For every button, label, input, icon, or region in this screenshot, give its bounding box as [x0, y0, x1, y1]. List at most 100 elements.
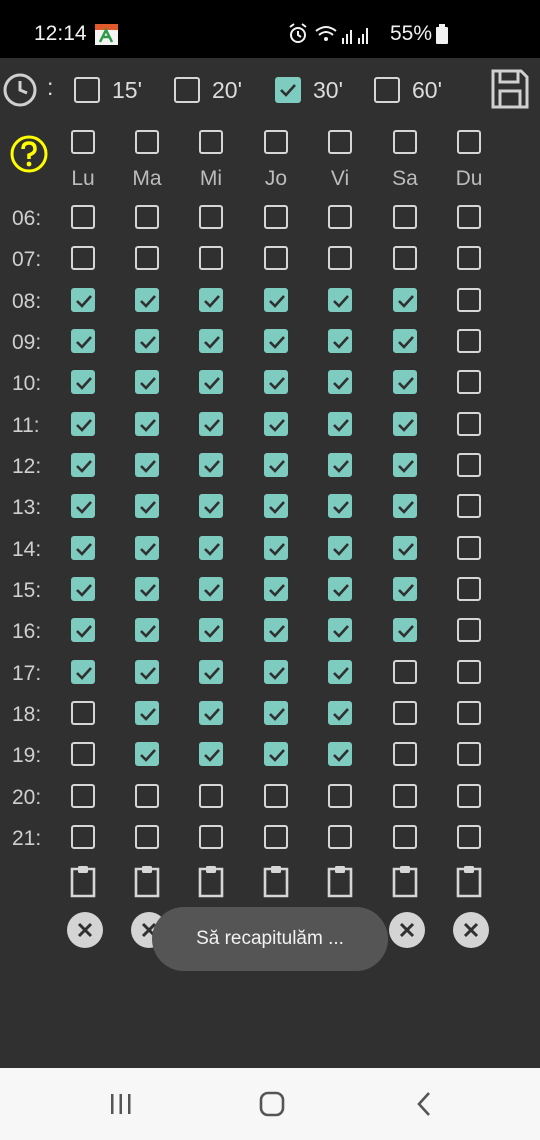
back-icon[interactable] [412, 1090, 436, 1118]
slot-checkbox[interactable] [393, 246, 417, 270]
slot-checkbox[interactable] [457, 577, 481, 601]
slot-checkbox[interactable] [71, 660, 95, 684]
slot-checkbox[interactable] [199, 577, 223, 601]
slot-checkbox[interactable] [199, 205, 223, 229]
slot-checkbox[interactable] [71, 329, 95, 353]
slot-checkbox[interactable] [328, 494, 352, 518]
slot-checkbox[interactable] [457, 453, 481, 477]
clear-day-button[interactable] [389, 912, 425, 948]
slot-checkbox[interactable] [264, 825, 288, 849]
day-checkbox-sa[interactable] [393, 130, 417, 154]
slot-checkbox[interactable] [135, 205, 159, 229]
slot-checkbox[interactable] [393, 288, 417, 312]
slot-checkbox[interactable] [457, 370, 481, 394]
slot-checkbox[interactable] [135, 618, 159, 642]
slot-checkbox[interactable] [264, 742, 288, 766]
slot-checkbox[interactable] [71, 246, 95, 270]
slot-checkbox[interactable] [264, 453, 288, 477]
slot-checkbox[interactable] [328, 412, 352, 436]
slot-checkbox[interactable] [71, 412, 95, 436]
clipboard-icon[interactable] [197, 864, 225, 898]
slot-checkbox[interactable] [199, 825, 223, 849]
slot-checkbox[interactable] [71, 494, 95, 518]
slot-checkbox[interactable] [199, 246, 223, 270]
slot-checkbox[interactable] [457, 784, 481, 808]
slot-checkbox[interactable] [135, 246, 159, 270]
slot-checkbox[interactable] [135, 494, 159, 518]
slot-checkbox[interactable] [71, 618, 95, 642]
slot-checkbox[interactable] [393, 536, 417, 560]
clipboard-icon[interactable] [262, 864, 290, 898]
slot-checkbox[interactable] [328, 660, 352, 684]
slot-checkbox[interactable] [457, 288, 481, 312]
slot-checkbox[interactable] [457, 246, 481, 270]
slot-checkbox[interactable] [71, 536, 95, 560]
slot-checkbox[interactable] [264, 329, 288, 353]
day-checkbox-ma[interactable] [135, 130, 159, 154]
slot-checkbox[interactable] [199, 494, 223, 518]
slot-checkbox[interactable] [135, 701, 159, 725]
slot-checkbox[interactable] [199, 701, 223, 725]
slot-checkbox[interactable] [264, 536, 288, 560]
clipboard-icon[interactable] [69, 864, 97, 898]
clear-day-button[interactable] [67, 912, 103, 948]
slot-checkbox[interactable] [393, 577, 417, 601]
slot-checkbox[interactable] [199, 784, 223, 808]
slot-checkbox[interactable] [264, 577, 288, 601]
slot-checkbox[interactable] [71, 742, 95, 766]
slot-checkbox[interactable] [264, 618, 288, 642]
slot-checkbox[interactable] [328, 246, 352, 270]
slot-checkbox[interactable] [393, 494, 417, 518]
slot-checkbox[interactable] [264, 660, 288, 684]
slot-checkbox[interactable] [457, 660, 481, 684]
slot-checkbox[interactable] [457, 329, 481, 353]
slot-checkbox[interactable] [135, 329, 159, 353]
interval-checkbox-0[interactable] [74, 77, 100, 103]
clipboard-icon[interactable] [455, 864, 483, 898]
slot-checkbox[interactable] [457, 536, 481, 560]
slot-checkbox[interactable] [328, 577, 352, 601]
slot-checkbox[interactable] [71, 205, 95, 229]
slot-checkbox[interactable] [393, 205, 417, 229]
slot-checkbox[interactable] [264, 784, 288, 808]
home-icon[interactable] [258, 1090, 286, 1118]
slot-checkbox[interactable] [457, 412, 481, 436]
slot-checkbox[interactable] [457, 205, 481, 229]
slot-checkbox[interactable] [393, 742, 417, 766]
slot-checkbox[interactable] [328, 370, 352, 394]
slot-checkbox[interactable] [393, 784, 417, 808]
slot-checkbox[interactable] [135, 660, 159, 684]
day-checkbox-du[interactable] [457, 130, 481, 154]
interval-checkbox-3[interactable] [374, 77, 400, 103]
slot-checkbox[interactable] [328, 618, 352, 642]
day-checkbox-jo[interactable] [264, 130, 288, 154]
slot-checkbox[interactable] [135, 370, 159, 394]
slot-checkbox[interactable] [393, 453, 417, 477]
slot-checkbox[interactable] [393, 701, 417, 725]
day-checkbox-vi[interactable] [328, 130, 352, 154]
slot-checkbox[interactable] [264, 494, 288, 518]
slot-checkbox[interactable] [264, 246, 288, 270]
slot-checkbox[interactable] [199, 288, 223, 312]
slot-checkbox[interactable] [457, 618, 481, 642]
slot-checkbox[interactable] [71, 577, 95, 601]
slot-checkbox[interactable] [199, 412, 223, 436]
slot-checkbox[interactable] [135, 825, 159, 849]
slot-checkbox[interactable] [135, 784, 159, 808]
slot-checkbox[interactable] [135, 742, 159, 766]
slot-checkbox[interactable] [457, 701, 481, 725]
day-checkbox-mi[interactable] [199, 130, 223, 154]
day-checkbox-lu[interactable] [71, 130, 95, 154]
slot-checkbox[interactable] [328, 288, 352, 312]
slot-checkbox[interactable] [264, 205, 288, 229]
slot-checkbox[interactable] [328, 742, 352, 766]
slot-checkbox[interactable] [135, 536, 159, 560]
slot-checkbox[interactable] [457, 825, 481, 849]
slot-checkbox[interactable] [199, 329, 223, 353]
slot-checkbox[interactable] [328, 536, 352, 560]
recent-apps-icon[interactable] [108, 1092, 134, 1116]
slot-checkbox[interactable] [199, 370, 223, 394]
slot-checkbox[interactable] [264, 370, 288, 394]
interval-checkbox-1[interactable] [174, 77, 200, 103]
slot-checkbox[interactable] [328, 825, 352, 849]
